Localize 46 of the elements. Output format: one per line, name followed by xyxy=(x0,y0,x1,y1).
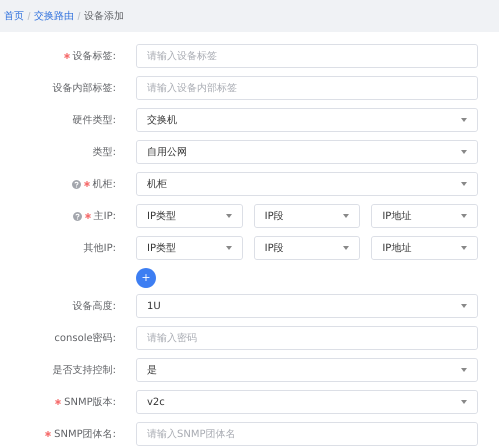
select-field[interactable]: IP地址 xyxy=(371,236,478,260)
input-field[interactable]: 请输入密码 xyxy=(136,326,478,350)
select-field[interactable]: 1U xyxy=(136,294,478,318)
select-field[interactable]: 交换机 xyxy=(136,108,478,132)
field-label: 其他IP: xyxy=(84,242,116,256)
select-field[interactable]: IP地址 xyxy=(371,204,478,228)
input-field[interactable]: 请输入设备标签 xyxy=(136,44,478,68)
input-field[interactable]: 请输入SNMP团体名 xyxy=(136,422,478,446)
caret-icon xyxy=(461,150,467,154)
field-label: 设备高度: xyxy=(72,300,116,314)
select-field[interactable]: 机柜 xyxy=(136,172,478,196)
separator-icon xyxy=(77,12,81,20)
field-label: 是否支持控制: xyxy=(52,364,116,378)
field-label: 机柜: xyxy=(92,178,116,192)
field-label: 主IP: xyxy=(94,210,116,224)
field-label: 设备标签: xyxy=(72,50,116,64)
caret-icon xyxy=(461,182,467,186)
select-field[interactable]: IP类型 xyxy=(136,236,243,260)
select-field[interactable]: IP类型 xyxy=(136,204,243,228)
select-field[interactable]: IP段 xyxy=(254,204,360,228)
caret-icon xyxy=(461,400,467,404)
select-field[interactable]: v2c xyxy=(136,390,478,414)
input-field[interactable]: 请输入设备内部标签 xyxy=(136,76,478,100)
breadcrumb-link[interactable]: 交换路由 xyxy=(34,8,74,24)
field-label: SNMP团体名: xyxy=(54,428,116,442)
caret-icon xyxy=(461,368,467,372)
caret-icon xyxy=(461,304,467,308)
field-label: console密码: xyxy=(54,332,116,346)
field-label: 设备内部标签: xyxy=(52,82,116,96)
add-button[interactable]: + xyxy=(136,268,156,288)
caret-icon xyxy=(343,214,350,218)
select-field[interactable]: IP段 xyxy=(254,236,360,260)
separator-icon xyxy=(27,12,31,20)
caret-icon xyxy=(461,246,468,250)
caret-icon xyxy=(461,118,467,122)
caret-icon xyxy=(226,214,232,218)
select-field[interactable]: 自用公网 xyxy=(136,140,478,164)
select-field[interactable]: 是 xyxy=(136,358,478,382)
field-label: 硬件类型: xyxy=(72,114,116,128)
field-label: SNMP版本: xyxy=(64,396,116,410)
breadcrumb-current: 设备添加 xyxy=(84,10,124,24)
caret-icon xyxy=(226,246,232,250)
breadcrumb-link[interactable]: 首页 xyxy=(4,8,24,24)
caret-icon xyxy=(343,246,350,250)
caret-icon xyxy=(461,214,468,218)
field-label: 类型: xyxy=(92,146,116,160)
